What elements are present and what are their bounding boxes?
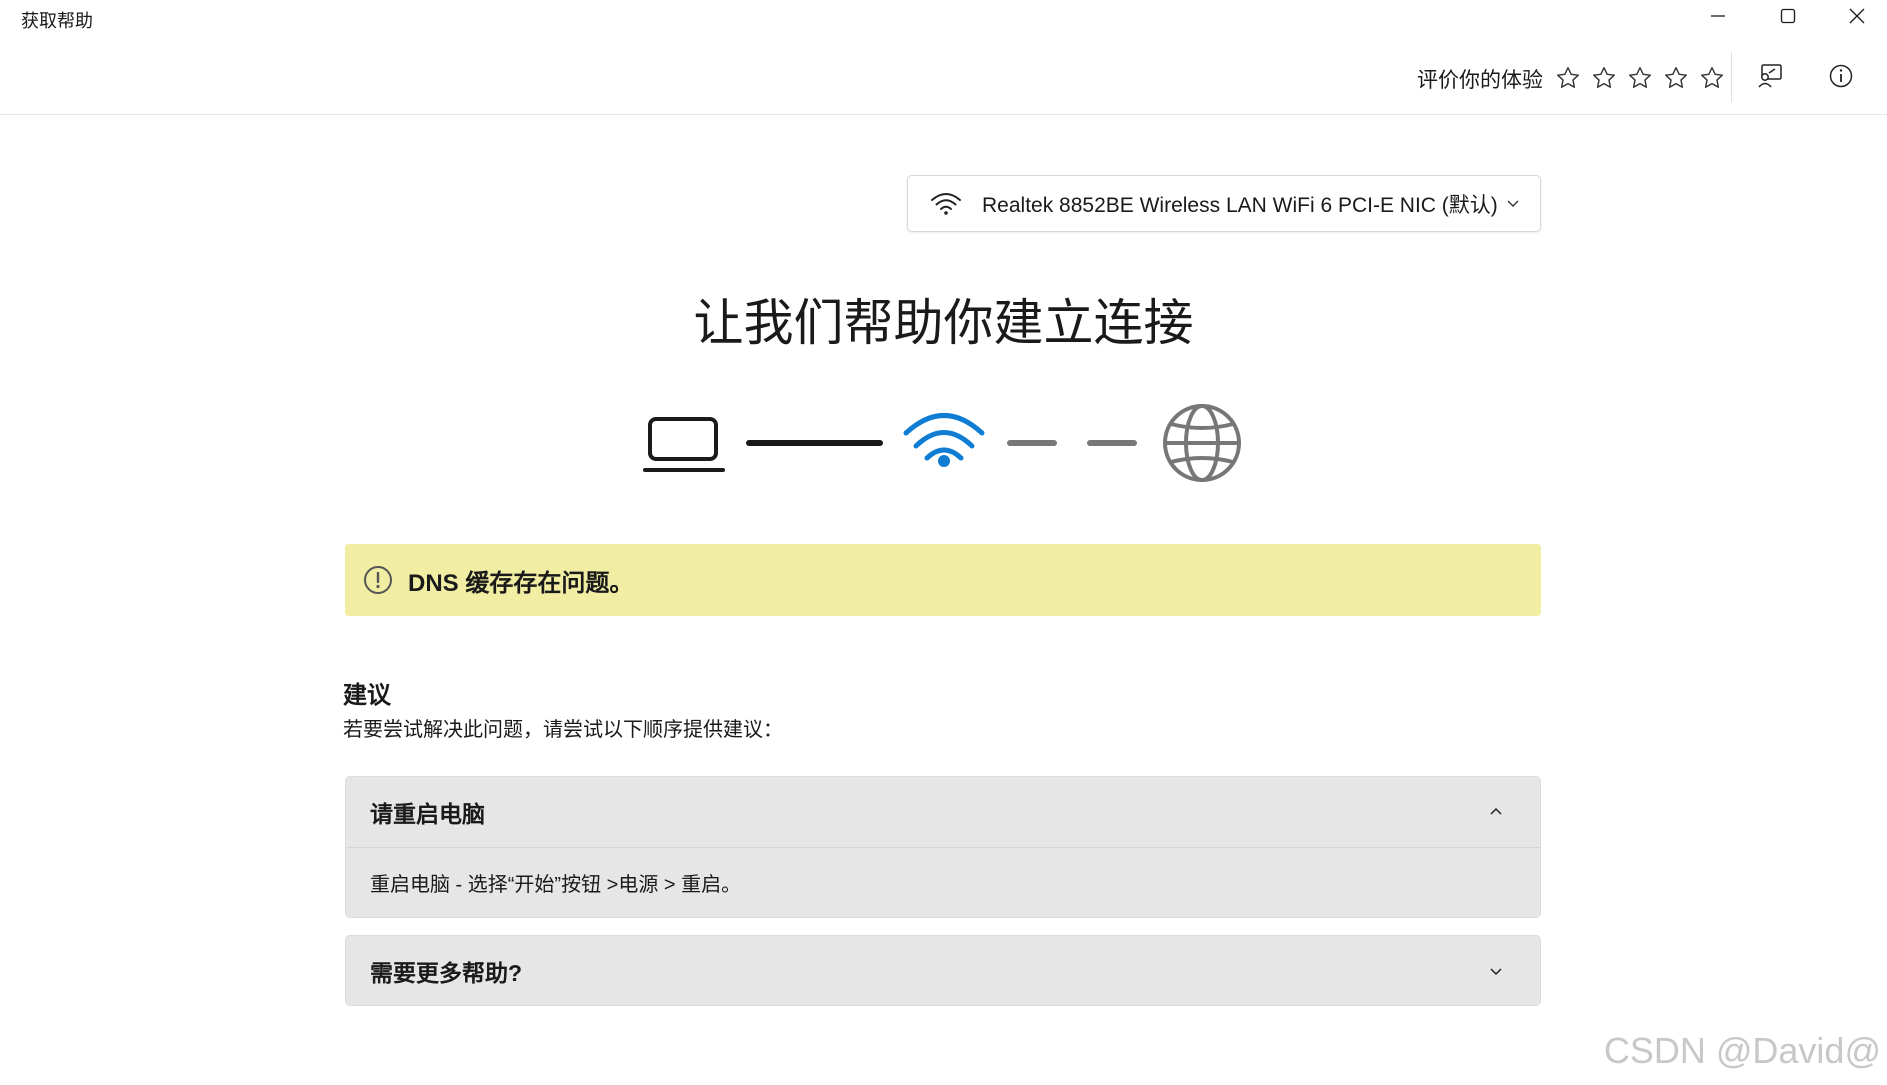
star-2[interactable]	[1586, 62, 1622, 94]
chevron-up-icon	[1490, 807, 1502, 815]
adapter-dropdown[interactable]: Realtek 8852BE Wireless LAN WiFi 6 PCI-E…	[907, 175, 1541, 232]
exclamation-circle-icon	[364, 566, 392, 594]
suggestion-card-restart: 请重启电脑 重启电脑 - 选择“开始”按钮 >电源 > 重启。	[345, 776, 1541, 918]
alert-text: DNS 缓存存在问题。	[408, 569, 634, 597]
minimize-button[interactable]	[1688, 0, 1748, 32]
info-button[interactable]	[1823, 58, 1859, 94]
card-title: 请重启电脑	[370, 801, 485, 827]
star-5[interactable]	[1694, 62, 1730, 94]
chevron-down-icon	[1507, 200, 1519, 207]
maximize-icon	[1780, 8, 1796, 24]
rating-stars	[1550, 62, 1730, 94]
star-icon	[1701, 67, 1723, 88]
header-divider	[1731, 52, 1732, 102]
header-bar: 评价你的体验	[0, 34, 1887, 115]
rate-experience-label: 评价你的体验	[1417, 69, 1543, 92]
globe-icon	[1163, 404, 1241, 482]
star-icon	[1665, 67, 1687, 88]
star-1[interactable]	[1550, 62, 1586, 94]
star-icon	[1629, 67, 1651, 88]
watermark: CSDN @David@	[1603, 1030, 1881, 1071]
card-body-text: 重启电脑 - 选择“开始”按钮 >电源 > 重启。	[370, 874, 742, 896]
wifi-status-icon	[903, 413, 985, 467]
wifi-icon	[931, 192, 961, 215]
chevron-down-icon	[1490, 968, 1502, 976]
card-body-restart: 重启电脑 - 选择“开始”按钮 >电源 > 重启。	[346, 847, 1540, 917]
feedback-button[interactable]	[1752, 58, 1788, 94]
star-icon	[1593, 67, 1615, 88]
adapter-name: Realtek 8852BE Wireless LAN WiFi 6 PCI-E…	[982, 193, 1498, 217]
card-header-more-help[interactable]: 需要更多帮助?	[346, 936, 1540, 1006]
app-title: 获取帮助	[21, 11, 93, 31]
close-button[interactable]	[1827, 0, 1887, 32]
card-header-restart[interactable]: 请重启电脑	[346, 777, 1540, 847]
star-icon	[1557, 67, 1579, 88]
info-icon	[1829, 64, 1853, 88]
suggestions-description: 若要尝试解决此问题，请尝试以下顺序提供建议：	[343, 719, 783, 741]
title-bar: 获取帮助	[0, 0, 1887, 34]
dns-alert: DNS 缓存存在问题。	[345, 544, 1541, 616]
close-icon	[1849, 8, 1865, 24]
star-4[interactable]	[1658, 62, 1694, 94]
page-title: 让我们帮助你建立连接	[693, 295, 1194, 351]
maximize-button[interactable]	[1758, 0, 1818, 32]
card-title: 需要更多帮助?	[370, 960, 523, 986]
suggestions-title: 建议	[343, 682, 391, 709]
minimize-icon	[1711, 15, 1725, 17]
feedback-icon	[1758, 64, 1782, 88]
suggestion-card-more-help: 需要更多帮助?	[345, 935, 1541, 1006]
laptop-icon	[643, 417, 725, 472]
star-3[interactable]	[1622, 62, 1658, 94]
connection-diagram	[643, 404, 1241, 482]
